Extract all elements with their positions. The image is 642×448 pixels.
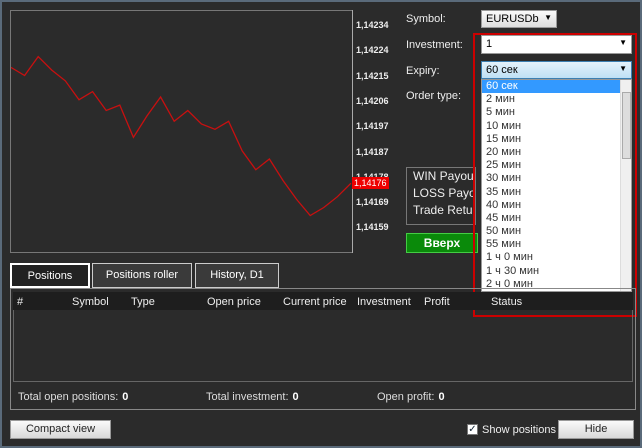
loss-payout-label: LOSS Payout: [413, 186, 476, 200]
price-tick: 1,14234: [356, 20, 389, 30]
price-tick: 1,14187: [356, 146, 389, 157]
tab-positions[interactable]: Positions: [10, 263, 90, 288]
col-investment[interactable]: Investment: [357, 296, 411, 308]
show-positions-checkbox[interactable]: ✓: [467, 424, 478, 435]
price-series-line: [10, 55, 352, 217]
price-line-chart: [10, 55, 352, 217]
current-price-label: 1,14176: [352, 177, 389, 189]
price-axis: [352, 10, 353, 253]
col-current-price[interactable]: Current price: [283, 296, 347, 308]
price-chart: [10, 10, 352, 253]
col-symbol[interactable]: Symbol: [72, 296, 109, 308]
order-type-label: Order type:: [406, 90, 462, 102]
open-profit-label: Open profit:: [377, 391, 435, 403]
col-status[interactable]: Status: [491, 296, 522, 308]
col-type[interactable]: Type: [131, 296, 155, 308]
price-tick: 1,14159: [356, 222, 389, 233]
up-button[interactable]: Вверх: [406, 233, 478, 253]
total-open-positions: Total open positions: 0: [18, 391, 128, 403]
price-tick: 1,14224: [356, 45, 389, 56]
col-number[interactable]: #: [17, 296, 23, 308]
hide-button[interactable]: Hide: [558, 420, 634, 439]
symbol-label: Symbol:: [406, 13, 446, 25]
total-investment-label: Total investment:: [206, 391, 289, 403]
col-open-price[interactable]: Open price: [207, 296, 261, 308]
symbol-value: EURUSDb: [486, 13, 539, 25]
payout-box: WIN Payout LOSS Payout Trade Return: [406, 167, 476, 225]
tab-history[interactable]: History, D1: [195, 263, 279, 288]
col-profit[interactable]: Profit: [424, 296, 450, 308]
price-tick: 1,14197: [356, 121, 389, 132]
total-investment: Total investment: 0: [206, 391, 299, 403]
compact-view-button[interactable]: Compact view: [10, 420, 111, 439]
price-tick: 1,14215: [356, 70, 389, 81]
symbol-select[interactable]: EURUSDb ▼: [481, 10, 557, 28]
trade-return-label: Trade Return: [413, 203, 475, 217]
open-profit: Open profit: 0: [377, 391, 445, 403]
highlight-box: [473, 33, 637, 317]
total-open-positions-value: 0: [122, 391, 129, 403]
win-payout-label: WIN Payout: [413, 169, 476, 183]
show-positions-label[interactable]: Show positions: [482, 424, 556, 436]
open-profit-value: 0: [438, 391, 445, 403]
price-tick: 1,14206: [356, 95, 389, 106]
total-open-positions-label: Total open positions:: [18, 391, 119, 403]
chevron-down-icon: ▼: [544, 13, 552, 22]
total-investment-value: 0: [292, 391, 299, 403]
investment-label: Investment:: [406, 39, 463, 51]
price-tick: 1,14169: [356, 197, 389, 208]
tab-positions-roller[interactable]: Positions roller: [92, 263, 192, 288]
expiry-label: Expiry:: [406, 65, 440, 77]
